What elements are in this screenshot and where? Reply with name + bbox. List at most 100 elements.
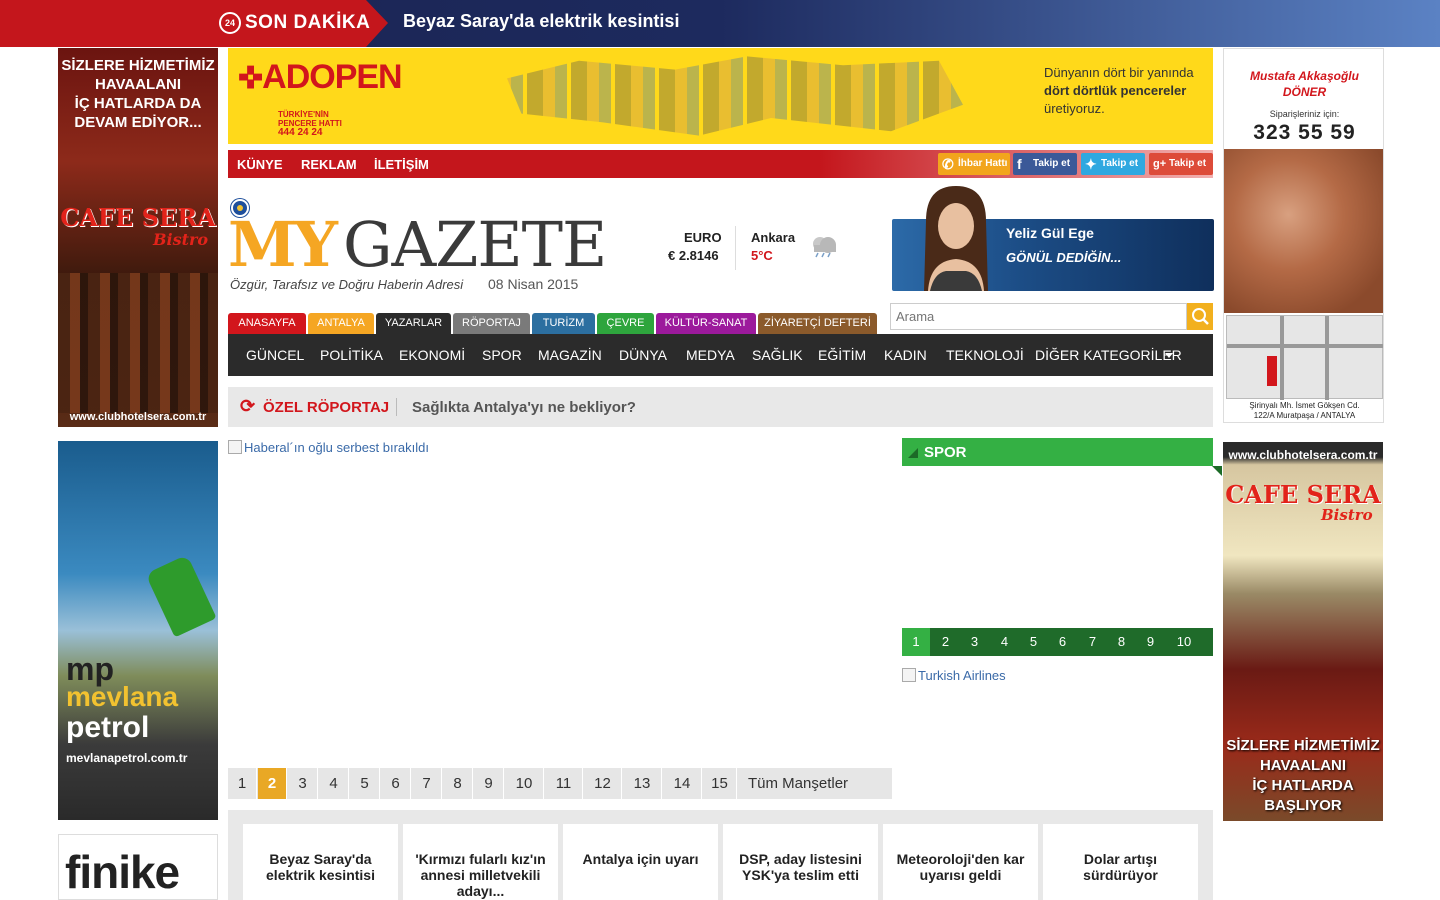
facebook-icon: f: [1017, 156, 1022, 172]
adopen-mark-icon: ✜: [238, 62, 263, 95]
corner-icon: [1212, 466, 1222, 476]
news-card[interactable]: Antalya için uyarı: [563, 824, 718, 900]
search-input[interactable]: [890, 303, 1187, 330]
headline-page-5[interactable]: 5: [350, 768, 380, 799]
category-politika[interactable]: POLİTİKA: [320, 347, 383, 363]
ad-sub: Siparişleriniz için:: [1269, 109, 1340, 119]
headline-image-alt: Haberal´ın oğlu serbest bırakıldı: [244, 440, 429, 455]
ad-cafe-sera-right[interactable]: www.clubhotelsera.com.tr CAFE SERA Bistr…: [1223, 442, 1383, 821]
nav-reklam[interactable]: REKLAM: [301, 157, 357, 172]
columnist-avatar: [924, 186, 988, 291]
ad-text: SİZLERE HİZMETİMİZ HAVAALANI İÇ HATLARDA…: [1226, 737, 1380, 814]
ad-mevlana-petrol[interactable]: mp mevlana petrol mevlanapetrol.com.tr: [58, 441, 218, 820]
ad-phone: 323 55 59: [1253, 121, 1356, 144]
tab-roportaj[interactable]: RÖPORTAJ: [453, 313, 530, 334]
tab-turizm[interactable]: TURİZM: [532, 313, 595, 334]
breaking-headline[interactable]: Beyaz Saray'da elektrik kesintisi: [403, 11, 679, 32]
news-card[interactable]: Beyaz Saray'da elektrik kesintisi: [243, 824, 398, 900]
category-medya[interactable]: MEDYA: [686, 347, 735, 363]
site-logo-my[interactable]: MY: [228, 208, 338, 281]
weather-temp: 5°C: [751, 248, 773, 263]
ad-name-1: mevlana: [66, 681, 179, 712]
corner-icon: [908, 448, 918, 458]
tab-kultur-sanat[interactable]: KÜLTÜR-SANAT: [656, 313, 756, 334]
headline-image[interactable]: Haberal´ın oğlu serbest bırakıldı: [228, 440, 429, 455]
headline-page-10[interactable]: 10: [505, 768, 544, 799]
ad-adopen-banner[interactable]: ✜ADOPEN TÜRKİYE'NİN PENCERE HATTI 444 24…: [228, 48, 1213, 144]
ad-url: www.clubhotelsera.com.tr: [1228, 448, 1378, 462]
headline-page-12[interactable]: 12: [584, 768, 622, 799]
category-ekonomi[interactable]: EKONOMİ: [399, 347, 465, 363]
ad-logo: ✜ADOPEN: [238, 58, 403, 96]
category-magazin[interactable]: MAGAZİN: [538, 347, 602, 363]
site-slogan: Özgür, Tarafsız ve Doğru Haberin Adresi: [230, 277, 464, 292]
spor-page-9[interactable]: 9: [1136, 628, 1165, 656]
headline-page-1[interactable]: 1: [228, 768, 257, 799]
spor-page-1[interactable]: 1: [902, 628, 930, 656]
category-saglik[interactable]: SAĞLIK: [752, 347, 803, 363]
news-card[interactable]: Dolar artışı sürdürüyor: [1043, 824, 1198, 900]
divider: [735, 226, 736, 270]
twitter-follow-button[interactable]: ✦ Takip et: [1081, 153, 1145, 175]
nav-kunye[interactable]: KÜNYE: [237, 157, 283, 172]
headline-page-15[interactable]: 15: [703, 768, 737, 799]
category-spor[interactable]: SPOR: [482, 347, 522, 363]
ad-url: www.clubhotelsera.com.tr: [69, 411, 207, 423]
headline-page-3[interactable]: 3: [288, 768, 318, 799]
tab-anasayfa[interactable]: ANASAYFA: [228, 313, 306, 334]
category-diger[interactable]: DİĞER KATEGORİLER: [1035, 347, 1182, 363]
spor-pager: 1 2 3 4 5 6 7 8 9 10: [902, 628, 1213, 656]
turkish-airlines-ad[interactable]: Turkish Airlines: [902, 668, 1006, 683]
category-kadin[interactable]: KADIN: [884, 347, 927, 363]
news-card[interactable]: 'Kırmızı fularlı kız'ın annesi milletvek…: [403, 824, 558, 900]
columnist-article-title: GÖNÜL DEDİĞİN...: [1006, 250, 1122, 265]
spor-page-6[interactable]: 6: [1048, 628, 1077, 656]
ad-name-2: petrol: [66, 711, 150, 744]
news-card[interactable]: Meteoroloji'den kar uyarısı geldi: [883, 824, 1038, 900]
headline-page-8[interactable]: 8: [443, 768, 473, 799]
tab-yazarlar[interactable]: YAZARLAR: [376, 313, 451, 334]
spor-page-4[interactable]: 4: [990, 628, 1019, 656]
headline-page-9[interactable]: 9: [474, 768, 504, 799]
news-card[interactable]: DSP, aday listesini YSK'ya teslim etti: [723, 824, 878, 900]
search-icon: [1192, 308, 1209, 325]
facebook-follow-button[interactable]: f Takip et: [1013, 153, 1077, 175]
google-plus-follow-button[interactable]: g+ Takip et: [1149, 153, 1213, 175]
spor-page-2[interactable]: 2: [931, 628, 960, 656]
tab-cevre[interactable]: ÇEVRE: [597, 313, 654, 334]
headline-page-11[interactable]: 11: [545, 768, 583, 799]
columnist-name: Yeliz Gül Ege: [1006, 225, 1094, 241]
headline-page-2[interactable]: 2: [258, 768, 287, 799]
search-button[interactable]: [1187, 303, 1213, 330]
ad-brand-sub: Bistro: [153, 230, 209, 249]
ad-text: finike: [65, 846, 180, 898]
spor-page-5[interactable]: 5: [1019, 628, 1048, 656]
headline-page-14[interactable]: 14: [663, 768, 702, 799]
category-teknoloji[interactable]: TEKNOLOJİ: [946, 347, 1024, 363]
ad-text: SİZLERE HİZMETİMİZ HAVAALANI İÇ HATLARDA…: [61, 57, 215, 131]
nav-iletisim[interactable]: İLETİŞİM: [374, 157, 429, 172]
all-headlines-link[interactable]: Tüm Manşetler: [748, 768, 848, 799]
ad-finike[interactable]: finike: [58, 834, 218, 900]
headline-page-4[interactable]: 4: [319, 768, 349, 799]
ad-cafe-sera-left[interactable]: SİZLERE HİZMETİMİZ HAVAALANI İÇ HATLARDA…: [58, 48, 218, 427]
ihbar-hatti-button[interactable]: ✆ İhbar Hattı: [938, 153, 1010, 175]
spor-page-7[interactable]: 7: [1078, 628, 1107, 656]
currency-label: EURO: [684, 230, 722, 245]
ad-brand-sub: Bistro: [1321, 506, 1373, 524]
special-headline[interactable]: Sağlıkta Antalya'yı ne bekliyor?: [412, 399, 636, 416]
site-logo-gazete[interactable]: GAZETE: [343, 208, 607, 281]
tab-antalya[interactable]: ANTALYA: [308, 313, 374, 334]
spor-page-3[interactable]: 3: [960, 628, 989, 656]
special-interview-bar[interactable]: ⟳ ÖZEL RÖPORTAJ Sağlıkta Antalya'yı ne b…: [228, 387, 1213, 427]
ad-doner[interactable]: Mustafa Akkaşoğlu DÖNER Siparişleriniz i…: [1223, 48, 1384, 423]
headline-page-7[interactable]: 7: [412, 768, 442, 799]
category-dunya[interactable]: DÜNYA: [619, 347, 667, 363]
spor-page-8[interactable]: 8: [1107, 628, 1136, 656]
spor-page-10[interactable]: 10: [1166, 628, 1202, 656]
category-egitim[interactable]: EĞİTİM: [818, 347, 866, 363]
headline-page-13[interactable]: 13: [623, 768, 662, 799]
headline-page-6[interactable]: 6: [381, 768, 411, 799]
tab-ziyaretci-defteri[interactable]: ZİYARETÇİ DEFTERİ: [758, 313, 877, 334]
category-guncel[interactable]: GÜNCEL: [246, 347, 304, 363]
